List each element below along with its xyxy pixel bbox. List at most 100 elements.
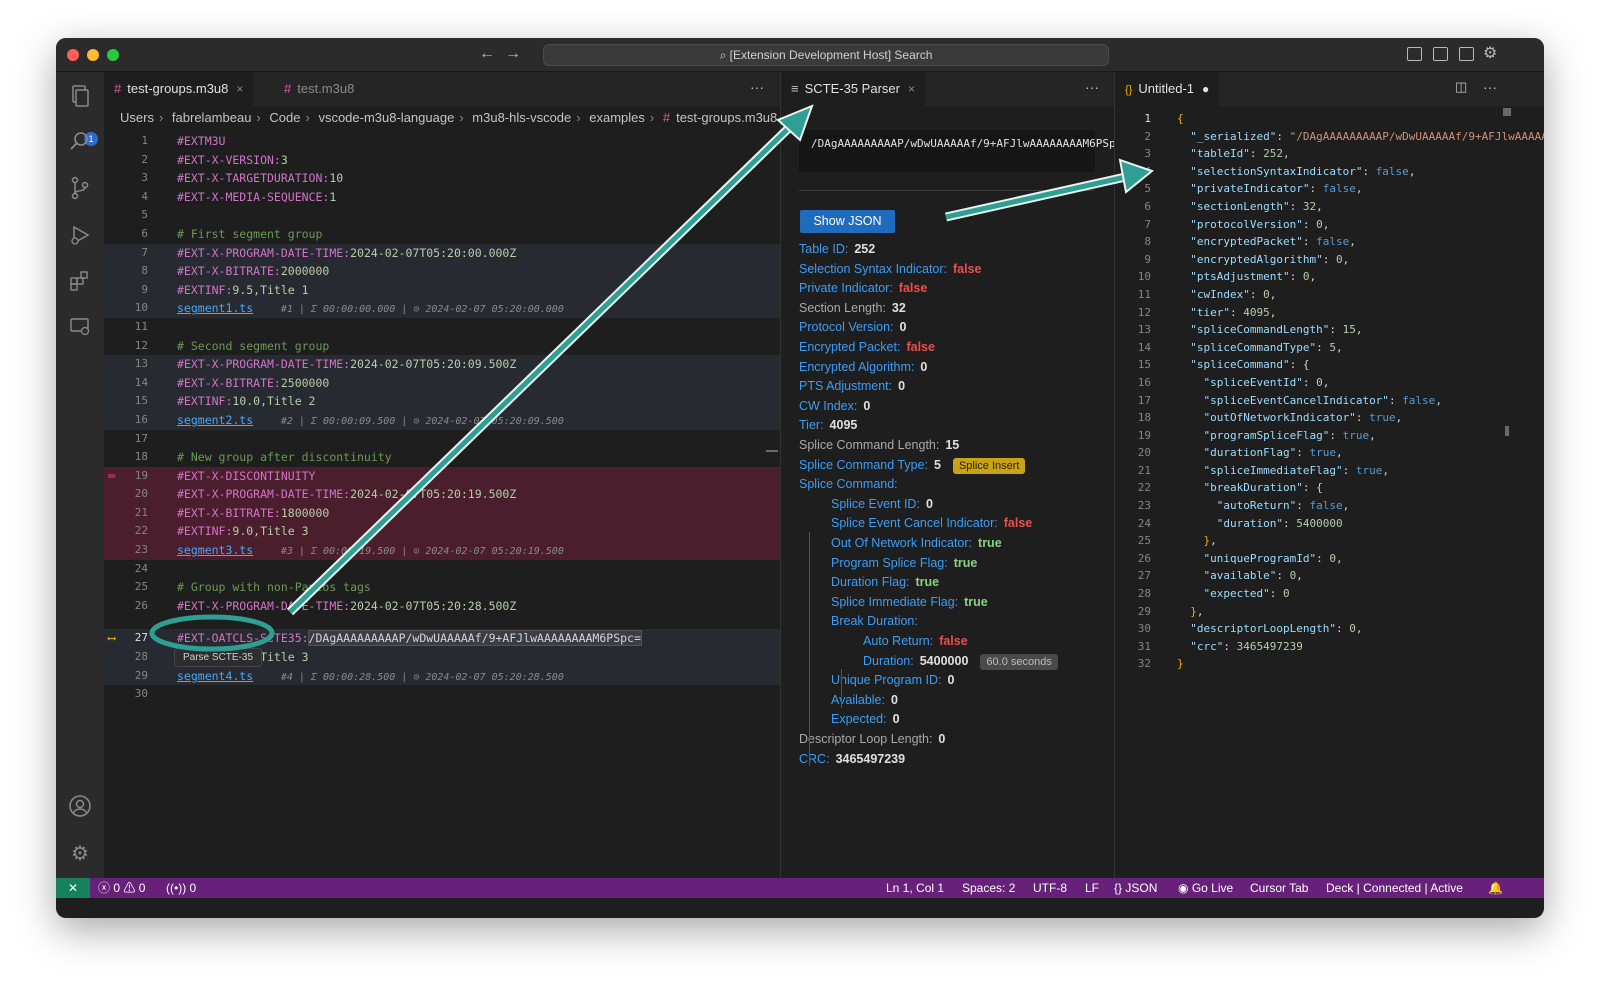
segment-link[interactable]: segment2.ts	[177, 413, 253, 427]
breadcrumb-item[interactable]: fabrelambeau	[172, 110, 252, 125]
json-line[interactable]: 16 "spliceEventId": 0,	[1115, 374, 1544, 392]
split-editor-icon[interactable]: ◫	[1455, 72, 1467, 106]
json-line[interactable]: 32}	[1115, 655, 1544, 673]
manage-gear-icon[interactable]: ⚙	[68, 842, 92, 866]
toggle-sidebar-icon[interactable]	[1407, 47, 1422, 61]
json-line[interactable]: 30 "descriptorLoopLength": 0,	[1115, 620, 1544, 638]
json-line[interactable]: 29 },	[1115, 603, 1544, 621]
encoding[interactable]: UTF-8	[1033, 878, 1067, 898]
code-line[interactable]: 21 #EXT-X-BITRATE:1800000	[104, 503, 780, 523]
json-line[interactable]: 1{	[1115, 110, 1544, 128]
code-line[interactable]: 7 #EXT-X-PROGRAM-DATE-TIME:2024-02-07T05:…	[104, 243, 780, 263]
json-line[interactable]: 19 "programSpliceFlag": true,	[1115, 427, 1544, 445]
json-line[interactable]: 10 "ptsAdjustment": 0,	[1115, 268, 1544, 286]
json-line[interactable]: 5 "privateIndicator": false,	[1115, 180, 1544, 198]
more-actions-icon[interactable]: ···	[1085, 72, 1099, 106]
explorer-icon[interactable]	[68, 84, 92, 108]
source-control-icon[interactable]	[68, 176, 92, 200]
json-line[interactable]: 7 "protocolVersion": 0,	[1115, 216, 1544, 234]
code-line[interactable]: 20 #EXT-X-PROGRAM-DATE-TIME:2024-02-07T05…	[104, 485, 780, 504]
code-line[interactable]: 19 #EXT-X-DISCONTINUITY ═	[104, 466, 780, 486]
code-line[interactable]: 8 #EXT-X-BITRATE:2000000	[104, 262, 780, 281]
json-line[interactable]: 2 "_serialized": "/DAgAAAAAAAAAP/wDwUAAA…	[1115, 128, 1544, 146]
breadcrumb-item[interactable]: examples	[589, 110, 645, 125]
accounts-icon[interactable]	[68, 794, 92, 818]
code-line[interactable]: 14 #EXT-X-BITRATE:2500000	[104, 373, 780, 393]
code-area[interactable]: 1 #EXTM3U 2 #EXT-X-VERSION:3 3 #EXT-X-TARGETD…	[104, 132, 780, 704]
code-line[interactable]: 23 segment3.ts #3 | Σ 00:00:19.500 | ⊙ 20…	[104, 541, 780, 560]
notifications-bell-icon[interactable]: 🔔	[1488, 878, 1503, 898]
tab-untitled-1[interactable]: {} Untitled-1 ●	[1115, 72, 1220, 106]
breadcrumb-item[interactable]: Code	[269, 110, 300, 125]
extensions-icon[interactable]	[68, 270, 92, 294]
json-line[interactable]: 21 "spliceImmediateFlag": true,	[1115, 462, 1544, 480]
code-line[interactable]: 30	[104, 685, 780, 704]
command-center-search[interactable]: ⌕ [Extension Development Host] Search	[543, 44, 1109, 66]
deck-status[interactable]: Deck | Connected | Active	[1326, 878, 1463, 898]
tab-test-m3u8[interactable]: # test.m3u8	[274, 72, 364, 106]
json-line[interactable]: 18 "outOfNetworkIndicator": true,	[1115, 409, 1544, 427]
code-line[interactable]: 9 #EXTINF:9.5,Title 1	[104, 280, 780, 300]
json-line[interactable]: 11 "cwIndex": 0,	[1115, 286, 1544, 304]
segment-link[interactable]: segment1.ts	[177, 301, 253, 315]
code-line[interactable]: 22 #EXTINF:9.0,Title 3	[104, 522, 780, 542]
forward-arrow-icon[interactable]: →	[505, 45, 521, 63]
code-line[interactable]: 10 segment1.ts #1 | Σ 00:00:00.000 | ⊙ 20…	[104, 299, 780, 318]
parse-scte35-tooltip[interactable]: Parse SCTE-35	[174, 648, 263, 667]
json-line[interactable]: 27 "available": 0,	[1115, 567, 1544, 585]
scrollbar-thumb[interactable]	[1503, 108, 1511, 116]
close-tab-icon[interactable]: ×	[236, 82, 243, 96]
close-window-button[interactable]	[67, 49, 79, 61]
code-line[interactable]: 26 #EXT-X-PROGRAM-DATE-TIME:2024-02-07T05…	[104, 597, 780, 616]
problems-indicator[interactable]: ⓧ 0 ⚠ 0	[98, 878, 145, 898]
json-line[interactable]: 13 "spliceCommandLength": 15,	[1115, 321, 1544, 339]
json-line[interactable]: 26 "uniqueProgramId": 0,	[1115, 550, 1544, 568]
breadcrumb-item[interactable]: m3u8-hls-vscode	[472, 110, 571, 125]
code-line[interactable]: 4 #EXT-X-MEDIA-SEQUENCE:1	[104, 188, 780, 207]
remote-indicator-icon[interactable]: ✕	[56, 878, 90, 898]
maximize-window-button[interactable]	[107, 49, 119, 61]
more-actions-icon[interactable]: ···	[1483, 72, 1497, 106]
more-actions-icon[interactable]: ···	[750, 72, 764, 106]
code-line[interactable]: 25 # Group with non-Pantos tags	[104, 578, 780, 597]
language-mode[interactable]: {} JSON	[1114, 878, 1157, 898]
code-line[interactable]: 1 #EXTM3U	[104, 132, 780, 151]
json-line[interactable]: 14 "spliceCommandType": 5,	[1115, 339, 1544, 357]
tab-test-groups-m3u8[interactable]: # test-groups.m3u8 ×	[104, 72, 254, 106]
back-arrow-icon[interactable]: ←	[479, 45, 495, 63]
tab-scte35-parser[interactable]: ≡ SCTE-35 Parser ×	[781, 72, 925, 106]
ports-indicator[interactable]: ((•)) 0	[166, 878, 196, 898]
json-line[interactable]: 3 "tableId": 252,	[1115, 145, 1544, 163]
code-line[interactable]: 2 #EXT-X-VERSION:3	[104, 151, 780, 170]
go-live-button[interactable]: ◉ Go Live	[1178, 878, 1233, 898]
code-line[interactable]: 13 #EXT-X-PROGRAM-DATE-TIME:2024-02-07T05…	[104, 355, 780, 374]
json-line[interactable]: 9 "encryptedAlgorithm": 0,	[1115, 251, 1544, 269]
json-line[interactable]: 25 },	[1115, 532, 1544, 550]
json-line[interactable]: 12 "tier": 4095,	[1115, 304, 1544, 322]
json-code-area[interactable]: 1{2 "_serialized": "/DAgAAAAAAAAAP/wDwUA…	[1115, 110, 1544, 673]
code-line[interactable]: 18 # New group after discontinuity	[104, 448, 780, 467]
json-line[interactable]: 24 "duration": 5400000	[1115, 515, 1544, 533]
segment-link[interactable]: segment3.ts	[177, 543, 253, 557]
breadcrumb-item[interactable]: Users	[120, 110, 154, 125]
json-line[interactable]: 17 "spliceEventCancelIndicator": false,	[1115, 392, 1544, 410]
cursor-tab-item[interactable]: Cursor Tab	[1250, 878, 1308, 898]
toggle-panel-icon[interactable]	[1433, 47, 1448, 61]
json-line[interactable]: 8 "encryptedPacket": false,	[1115, 233, 1544, 251]
toggle-secondary-sidebar-icon[interactable]	[1459, 47, 1474, 61]
code-line[interactable]: 17	[104, 430, 780, 449]
code-line[interactable]: 16 segment2.ts #2 | Σ 00:00:09.500 | ⊙ 20…	[104, 410, 780, 430]
json-line[interactable]: 22 "breakDuration": {	[1115, 479, 1544, 497]
show-json-button[interactable]: Show JSON	[800, 210, 895, 233]
end-of-line[interactable]: LF	[1085, 878, 1099, 898]
json-line[interactable]: 28 "expected": 0	[1115, 585, 1544, 603]
code-line[interactable]: 27 #EXT-OATCLS-SCTE35:/DAgAAAAAAAAAP/wDwU…	[104, 629, 780, 649]
json-line[interactable]: 31 "crc": 3465497239	[1115, 638, 1544, 656]
cursor-position[interactable]: Ln 1, Col 1	[886, 878, 944, 898]
breadcrumb-item[interactable]: vscode-m3u8-language	[318, 110, 454, 125]
close-tab-icon[interactable]: ×	[908, 82, 915, 96]
code-line[interactable]: 6 # First segment group	[104, 225, 780, 244]
breadcrumb-item[interactable]: test-groups.m3u8	[676, 110, 777, 125]
code-line[interactable]: 12 # Second segment group	[104, 337, 780, 356]
run-debug-icon[interactable]	[68, 224, 92, 248]
